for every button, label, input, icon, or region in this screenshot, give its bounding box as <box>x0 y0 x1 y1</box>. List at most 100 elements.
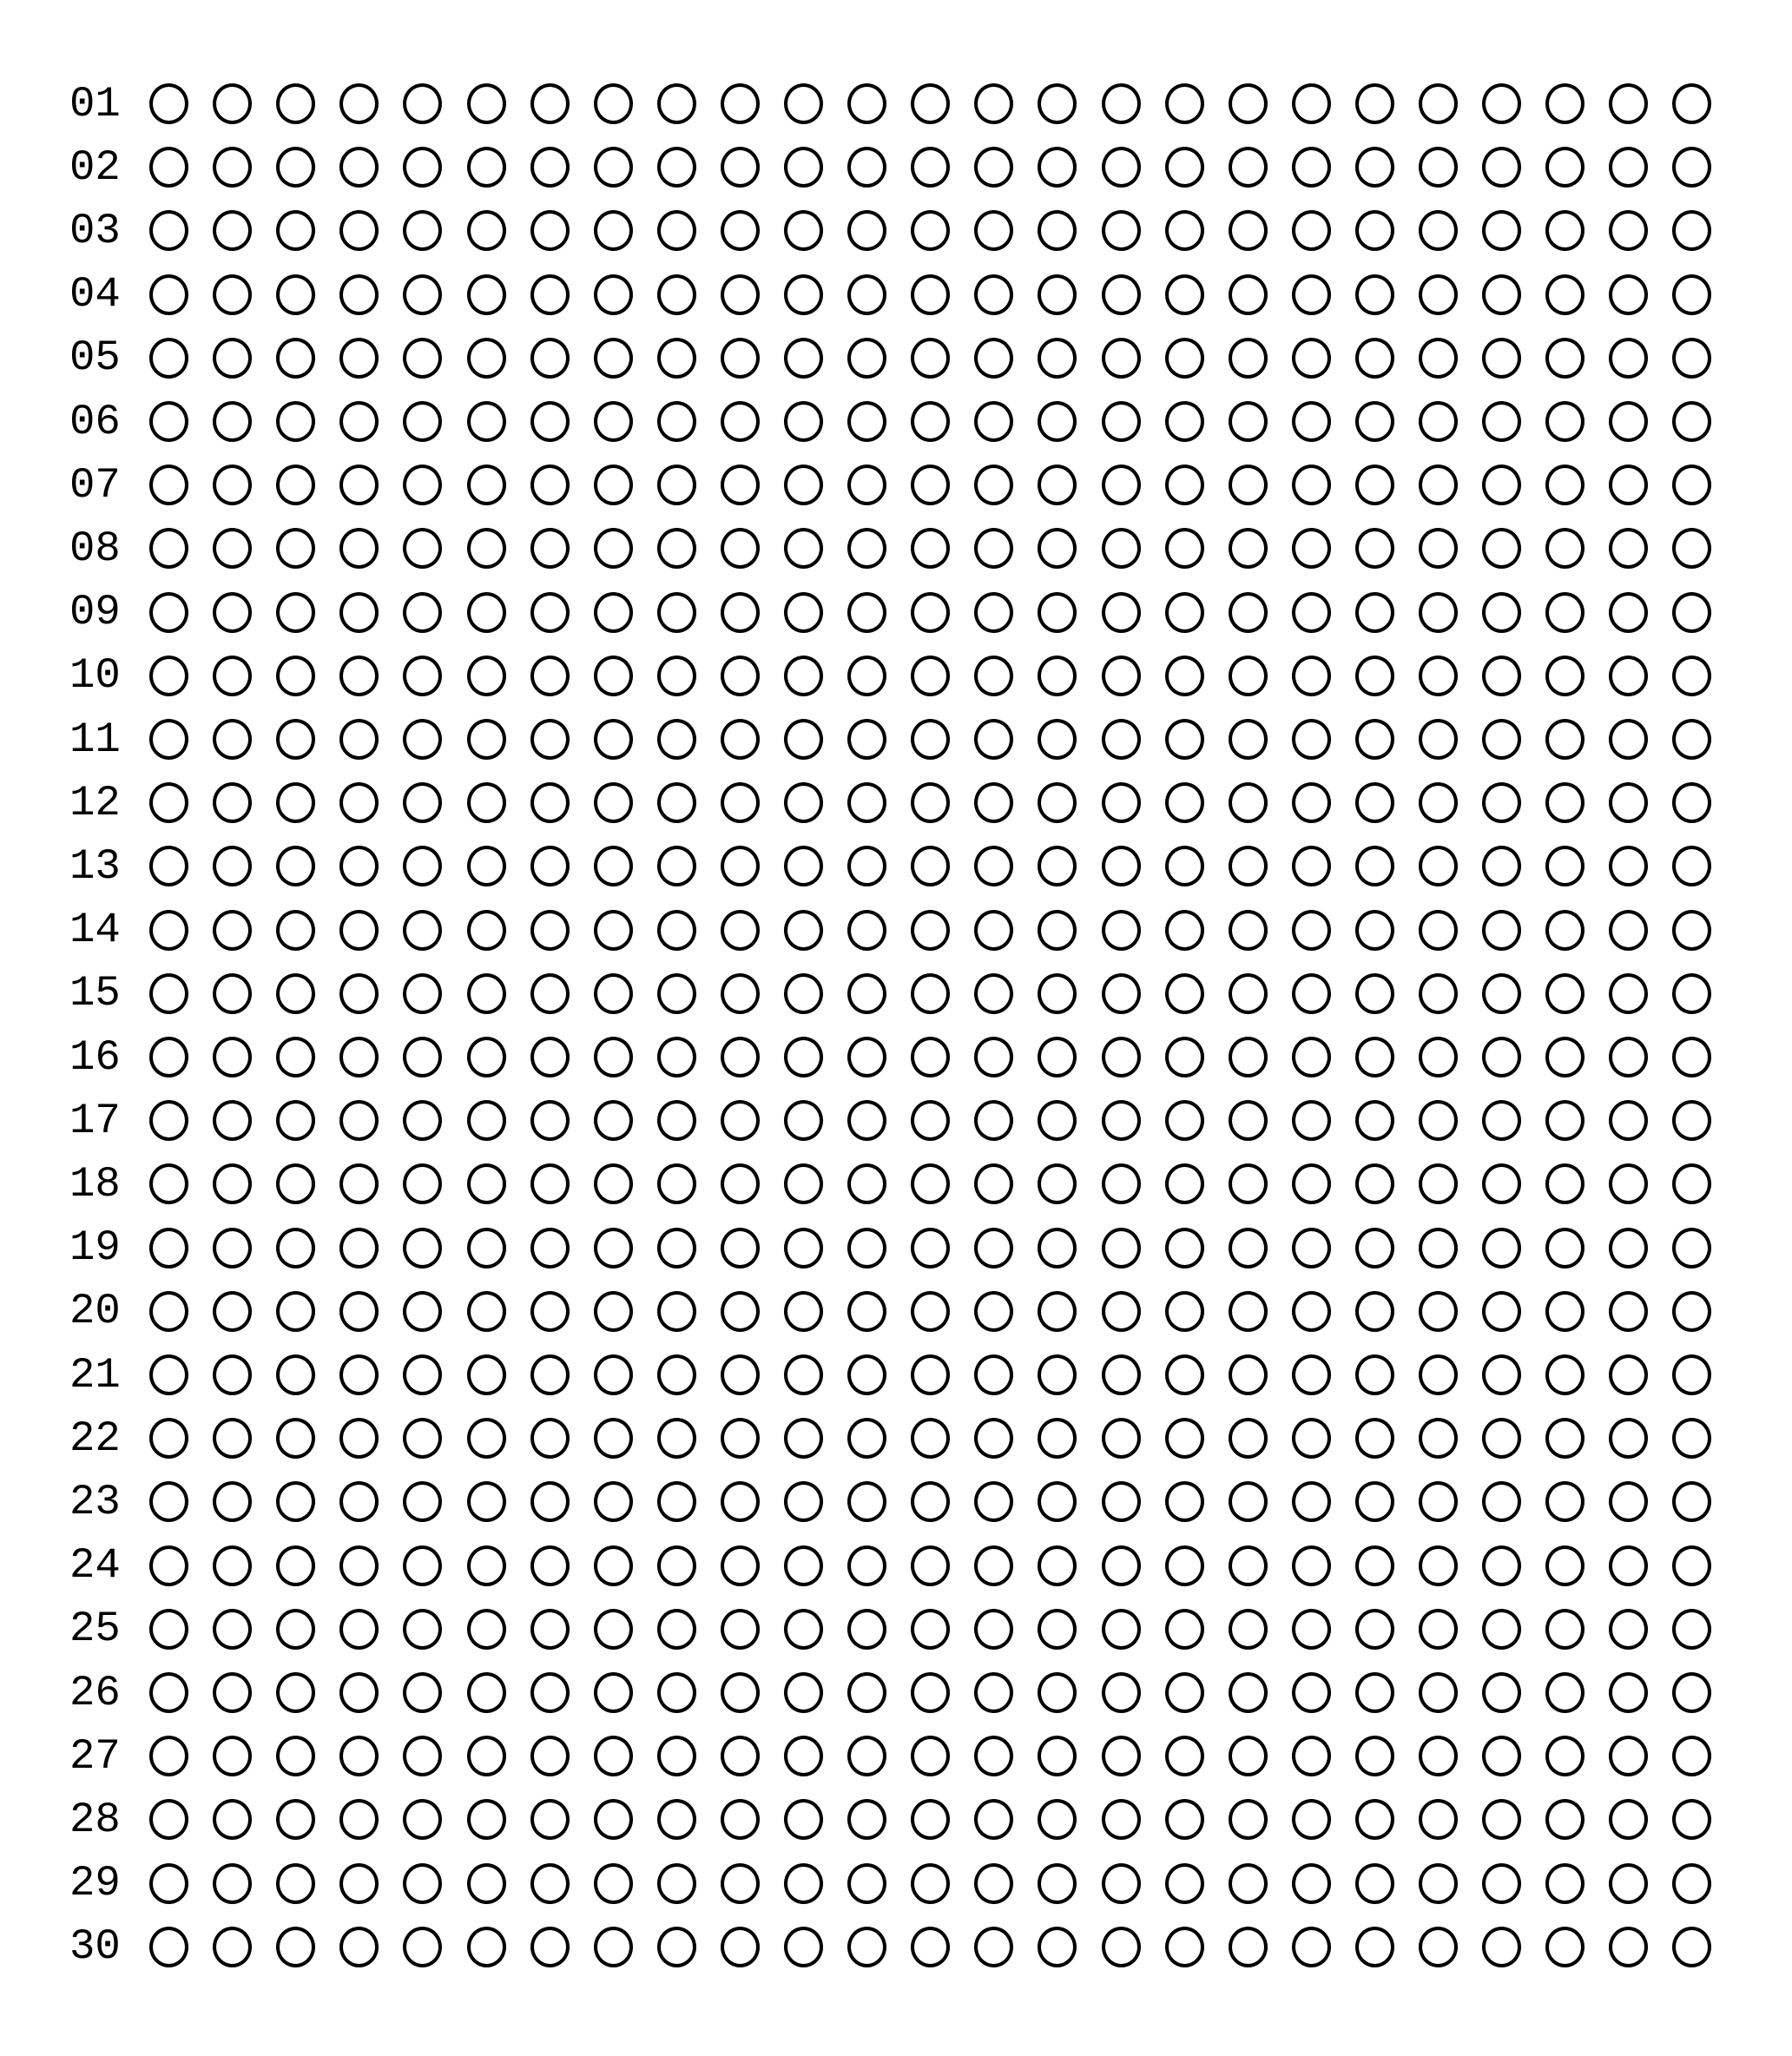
answer-bubble[interactable] <box>1291 1799 1331 1841</box>
answer-bubble[interactable] <box>1354 1481 1394 1523</box>
answer-bubble[interactable] <box>1419 1608 1458 1650</box>
answer-bubble[interactable] <box>911 1163 951 1205</box>
answer-bubble[interactable] <box>1482 972 1522 1014</box>
answer-bubble[interactable] <box>656 210 696 252</box>
answer-bubble[interactable] <box>1354 591 1394 633</box>
answer-bubble[interactable] <box>466 1926 506 1967</box>
answer-bubble[interactable] <box>720 1037 760 1077</box>
answer-bubble[interactable] <box>1672 528 1712 570</box>
answer-bubble[interactable] <box>213 1608 253 1650</box>
answer-bubble[interactable] <box>403 1481 443 1523</box>
answer-bubble[interactable] <box>974 655 1014 696</box>
answer-bubble[interactable] <box>1038 1862 1077 1904</box>
answer-bubble[interactable] <box>656 1608 696 1650</box>
answer-bubble[interactable] <box>1228 1672 1268 1713</box>
answer-bubble[interactable] <box>1291 1037 1331 1077</box>
answer-bubble[interactable] <box>1354 1799 1394 1841</box>
answer-bubble[interactable] <box>1354 1163 1394 1205</box>
answer-bubble[interactable] <box>974 337 1014 379</box>
answer-bubble[interactable] <box>1354 1100 1394 1142</box>
answer-bubble[interactable] <box>1354 337 1394 379</box>
answer-bubble[interactable] <box>149 1354 188 1395</box>
answer-bubble[interactable] <box>1482 1736 1522 1777</box>
answer-bubble[interactable] <box>1164 147 1204 188</box>
answer-bubble[interactable] <box>1419 1926 1458 1967</box>
answer-bubble[interactable] <box>1609 465 1649 506</box>
answer-bubble[interactable] <box>403 1354 443 1395</box>
answer-bubble[interactable] <box>784 1163 823 1205</box>
answer-bubble[interactable] <box>1291 465 1331 506</box>
answer-bubble[interactable] <box>784 273 823 315</box>
answer-bubble[interactable] <box>1545 210 1585 252</box>
answer-bubble[interactable] <box>530 1481 570 1523</box>
answer-bubble[interactable] <box>911 972 951 1014</box>
answer-bubble[interactable] <box>720 1862 760 1904</box>
answer-bubble[interactable] <box>1038 591 1077 633</box>
answer-bubble[interactable] <box>1482 1227 1522 1269</box>
answer-bubble[interactable] <box>1545 1100 1585 1142</box>
answer-bubble[interactable] <box>1672 1799 1712 1841</box>
answer-bubble[interactable] <box>656 1926 696 1967</box>
answer-bubble[interactable] <box>149 1926 188 1967</box>
answer-bubble[interactable] <box>1291 1163 1331 1205</box>
answer-bubble[interactable] <box>784 1862 823 1904</box>
answer-bubble[interactable] <box>1228 210 1268 252</box>
answer-bubble[interactable] <box>1101 1037 1141 1077</box>
answer-bubble[interactable] <box>1545 1926 1585 1967</box>
answer-bubble[interactable] <box>1609 210 1649 252</box>
answer-bubble[interactable] <box>847 719 887 760</box>
answer-bubble[interactable] <box>1482 1862 1522 1904</box>
answer-bubble[interactable] <box>720 528 760 570</box>
answer-bubble[interactable] <box>656 1672 696 1713</box>
answer-bubble[interactable] <box>530 1736 570 1777</box>
answer-bubble[interactable] <box>1101 591 1141 633</box>
answer-bubble[interactable] <box>1038 147 1077 188</box>
answer-bubble[interactable] <box>530 1354 570 1395</box>
answer-bubble[interactable] <box>784 1037 823 1077</box>
answer-bubble[interactable] <box>1482 591 1522 633</box>
answer-bubble[interactable] <box>1101 1100 1141 1142</box>
answer-bubble[interactable] <box>1228 1418 1268 1460</box>
answer-bubble[interactable] <box>1101 1862 1141 1904</box>
answer-bubble[interactable] <box>1419 1163 1458 1205</box>
answer-bubble[interactable] <box>339 1037 379 1077</box>
answer-bubble[interactable] <box>1482 1545 1522 1586</box>
answer-bubble[interactable] <box>911 846 951 887</box>
answer-bubble[interactable] <box>1419 210 1458 252</box>
answer-bubble[interactable] <box>656 337 696 379</box>
answer-bubble[interactable] <box>339 1100 379 1142</box>
answer-bubble[interactable] <box>1101 465 1141 506</box>
answer-bubble[interactable] <box>1482 655 1522 696</box>
answer-bubble[interactable] <box>1228 1290 1268 1332</box>
answer-bubble[interactable] <box>974 1545 1014 1586</box>
answer-bubble[interactable] <box>1672 337 1712 379</box>
answer-bubble[interactable] <box>847 273 887 315</box>
answer-bubble[interactable] <box>149 465 188 506</box>
answer-bubble[interactable] <box>1164 719 1204 760</box>
answer-bubble[interactable] <box>339 465 379 506</box>
answer-bubble[interactable] <box>1482 1418 1522 1460</box>
answer-bubble[interactable] <box>403 337 443 379</box>
answer-bubble[interactable] <box>276 1227 316 1269</box>
answer-bubble[interactable] <box>656 1354 696 1395</box>
answer-bubble[interactable] <box>1419 1354 1458 1395</box>
answer-bubble[interactable] <box>1164 401 1204 442</box>
answer-bubble[interactable] <box>1038 528 1077 570</box>
answer-bubble[interactable] <box>1228 1481 1268 1523</box>
answer-bubble[interactable] <box>1545 1418 1585 1460</box>
answer-bubble[interactable] <box>149 1672 188 1713</box>
answer-bubble[interactable] <box>1545 1608 1585 1650</box>
answer-bubble[interactable] <box>339 210 379 252</box>
answer-bubble[interactable] <box>1482 1290 1522 1332</box>
answer-bubble[interactable] <box>593 846 633 887</box>
answer-bubble[interactable] <box>403 972 443 1014</box>
answer-bubble[interactable] <box>1482 1354 1522 1395</box>
answer-bubble[interactable] <box>530 210 570 252</box>
answer-bubble[interactable] <box>593 1608 633 1650</box>
answer-bubble[interactable] <box>1545 83 1585 124</box>
answer-bubble[interactable] <box>656 83 696 124</box>
answer-bubble[interactable] <box>974 210 1014 252</box>
answer-bubble[interactable] <box>1609 337 1649 379</box>
answer-bubble[interactable] <box>1672 1545 1712 1586</box>
answer-bubble[interactable] <box>974 972 1014 1014</box>
